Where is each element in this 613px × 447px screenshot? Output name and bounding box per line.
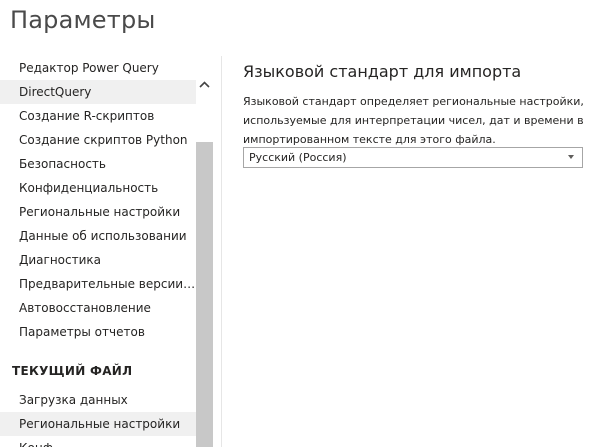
sidebar-item-current-file-privacy[interactable]: Конф... bbox=[0, 436, 196, 447]
sidebar-item-regional-settings[interactable]: Региональные настройки bbox=[0, 200, 196, 224]
page-title: Параметры bbox=[10, 6, 156, 34]
sidebar-item-preview-features[interactable]: Предварительные версии во... bbox=[0, 272, 196, 296]
chevron-down-icon bbox=[568, 155, 574, 159]
sidebar-item-r-scripting[interactable]: Создание R-скриптов bbox=[0, 104, 196, 128]
chevron-up-icon bbox=[199, 80, 210, 88]
sidebar-item-current-file-regional-settings[interactable]: Региональные настройки bbox=[0, 412, 196, 436]
current-file-header: ТЕКУЩИЙ ФАЙЛ bbox=[12, 364, 133, 378]
section-description: Языковой стандарт определяет региональны… bbox=[243, 95, 584, 146]
sidebar-item-report-settings[interactable]: Параметры отчетов bbox=[0, 320, 196, 344]
sidebar-item-diagnostics[interactable]: Диагностика bbox=[0, 248, 196, 272]
sidebar-item-power-query-editor[interactable]: Редактор Power Query bbox=[0, 56, 196, 80]
locale-dropdown-value: Русский (Россия) bbox=[249, 151, 347, 164]
sidebar-item-usage-data[interactable]: Данные об использовании bbox=[0, 224, 196, 248]
sidebar-scrollbar-thumb[interactable] bbox=[196, 142, 213, 447]
panel-divider bbox=[221, 56, 222, 447]
sidebar-item-security[interactable]: Безопасность bbox=[0, 152, 196, 176]
sidebar-item-auto-recovery[interactable]: Автовосстановление bbox=[0, 296, 196, 320]
sidebar-item-privacy[interactable]: Конфиденциальность bbox=[0, 176, 196, 200]
sidebar-item-data-load[interactable]: Загрузка данных bbox=[0, 388, 196, 412]
locale-dropdown[interactable]: Русский (Россия) bbox=[243, 147, 583, 168]
scroll-up-button[interactable] bbox=[196, 74, 213, 94]
sidebar-item-directquery[interactable]: DirectQuery bbox=[0, 80, 196, 104]
section-title: Языковой стандарт для импорта bbox=[243, 62, 522, 81]
settings-sidebar: Редактор Power Query DirectQuery Создани… bbox=[0, 56, 196, 447]
sidebar-item-python-scripting[interactable]: Создание скриптов Python bbox=[0, 128, 196, 152]
